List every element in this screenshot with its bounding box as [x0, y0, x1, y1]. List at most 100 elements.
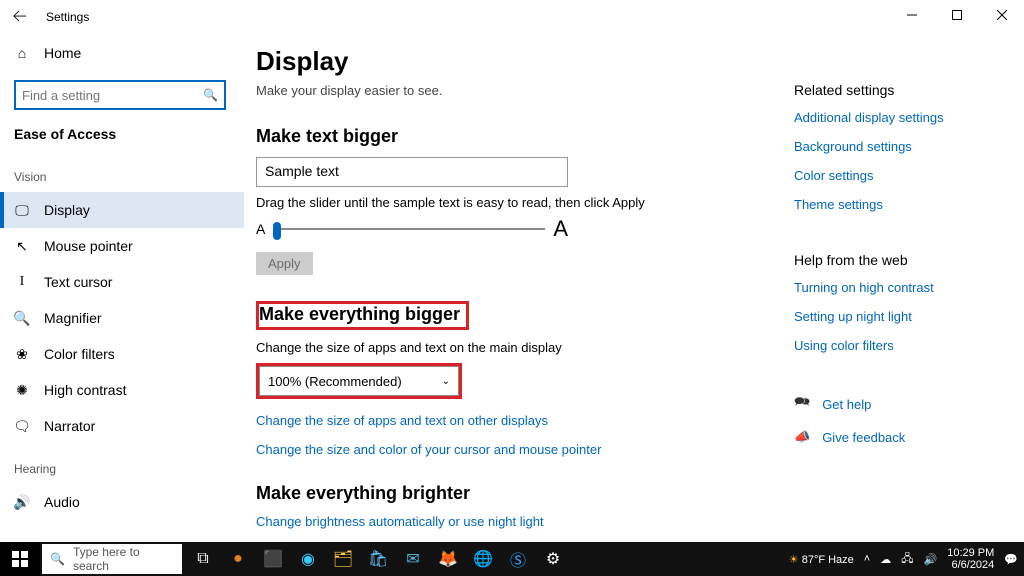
start-button[interactable]	[0, 542, 40, 576]
sample-text-box: Sample text	[256, 157, 568, 187]
sidebar-item-magnifier[interactable]: 🔍 Magnifier	[0, 300, 244, 336]
tray-chevron-icon[interactable]: ˄	[864, 553, 870, 565]
notifications-icon[interactable]: 💬	[1004, 553, 1018, 566]
slider-thumb[interactable]	[273, 222, 281, 240]
sidebar-item-text-cursor[interactable]: I Text cursor	[0, 264, 244, 300]
taskbar-pins: ⧉ ● ⬛ ◉ 🗂 🛍 ✉ 🦊 🌐 Ⓢ ⚙	[186, 542, 570, 576]
close-button[interactable]	[979, 0, 1024, 30]
page-title: Display	[256, 46, 794, 77]
apply-button[interactable]: Apply	[256, 252, 313, 275]
link-additional-display[interactable]: Additional display settings	[794, 110, 1004, 125]
right-pane: Related settings Additional display sett…	[794, 34, 1024, 542]
sidebar-item-label: High contrast	[44, 382, 126, 398]
related-settings-head: Related settings	[794, 82, 1004, 98]
group-hearing: Hearing	[0, 444, 244, 484]
system-tray: ☀ 87°F Haze ˄ ☁ 🖧 🔊 10:29 PM 6/6/2024 💬	[789, 547, 1024, 571]
color-filters-icon: ❀	[14, 346, 30, 363]
slider-label-large: A	[553, 216, 568, 242]
taskbar-search[interactable]: 🔍 Type here to search	[42, 544, 182, 574]
content: Display Make your display easier to see.…	[244, 34, 794, 542]
group-vision: Vision	[0, 152, 244, 192]
search-icon: 🔍	[203, 88, 218, 102]
sidebar-item-high-contrast[interactable]: ✺ High contrast	[0, 372, 244, 408]
sidebar-item-label: Audio	[44, 494, 80, 510]
tray-onedrive-icon[interactable]: ☁	[880, 553, 891, 566]
section-everything-bigger-title: Make everything bigger	[259, 304, 460, 325]
sidebar-item-audio[interactable]: 🔊 Audio	[0, 484, 244, 520]
scale-dropdown[interactable]: 100% (Recommended) ⌄	[259, 366, 459, 396]
taskbar: 🔍 Type here to search ⧉ ● ⬛ ◉ 🗂 🛍 ✉ 🦊 🌐 …	[0, 542, 1024, 576]
taskbar-search-placeholder: Type here to search	[73, 545, 174, 573]
section-brighter-title: Make everything brighter	[256, 483, 794, 504]
taskbar-firefox[interactable]: 🦊	[431, 542, 465, 576]
tray-network-icon[interactable]: 🖧	[901, 550, 913, 569]
window-title: Settings	[46, 10, 89, 24]
taskbar-mail[interactable]: ✉	[396, 542, 430, 576]
text-cursor-icon: I	[14, 274, 30, 290]
maximize-icon	[952, 10, 962, 20]
taskbar-app-2[interactable]: ⬛	[256, 542, 290, 576]
arrow-left-icon	[13, 9, 27, 23]
sidebar-home[interactable]: ⌂ Home	[0, 34, 244, 72]
sidebar-item-mouse-pointer[interactable]: ↖ Mouse pointer	[0, 228, 244, 264]
chevron-down-icon: ⌄	[442, 376, 450, 387]
link-background-settings[interactable]: Background settings	[794, 139, 1004, 154]
link-brightness[interactable]: Change brightness automatically or use n…	[256, 514, 794, 529]
section-title: Ease of Access	[0, 120, 244, 152]
taskbar-time: 10:29 PM	[947, 547, 994, 559]
taskbar-chrome[interactable]: 🌐	[466, 542, 500, 576]
sidebar: ⌂ Home 🔍 Ease of Access Vision 🖵 Display…	[0, 34, 244, 542]
sidebar-item-narrator[interactable]: 🗨 Narrator	[0, 408, 244, 444]
weather-widget[interactable]: ☀ 87°F Haze	[789, 553, 854, 566]
link-color-settings[interactable]: Color settings	[794, 168, 1004, 183]
slider-label-small: A	[256, 221, 265, 237]
search-input[interactable]: 🔍	[14, 80, 226, 110]
sidebar-item-label: Mouse pointer	[44, 238, 133, 254]
taskbar-settings[interactable]: ⚙	[536, 542, 570, 576]
minimize-button[interactable]	[889, 0, 934, 30]
slider-hint: Drag the slider until the sample text is…	[256, 195, 794, 210]
taskbar-edge[interactable]: ◉	[291, 542, 325, 576]
feedback-label: Give feedback	[822, 430, 905, 445]
link-high-contrast[interactable]: Turning on high contrast	[794, 280, 1004, 295]
sidebar-item-label: Magnifier	[44, 310, 102, 326]
taskbar-clock[interactable]: 10:29 PM 6/6/2024	[947, 547, 994, 571]
sidebar-item-display[interactable]: 🖵 Display	[0, 192, 244, 228]
give-feedback-row[interactable]: 📣 Give feedback	[794, 429, 1004, 445]
task-view-icon[interactable]: ⧉	[186, 542, 220, 576]
taskbar-app-1[interactable]: ●	[221, 542, 255, 576]
get-help-row[interactable]: 🗪 Get help	[794, 393, 1004, 415]
taskbar-date: 6/6/2024	[947, 559, 994, 571]
mouse-icon: ↖	[14, 238, 30, 255]
link-night-light[interactable]: Setting up night light	[794, 309, 1004, 324]
display-icon: 🖵	[14, 202, 30, 219]
sidebar-item-label: Narrator	[44, 418, 95, 434]
search-field[interactable]	[22, 88, 203, 103]
text-size-slider[interactable]	[273, 228, 545, 230]
windows-icon	[12, 551, 28, 567]
home-icon: ⌂	[14, 45, 30, 61]
taskbar-explorer[interactable]: 🗂	[326, 542, 360, 576]
back-button[interactable]	[0, 9, 40, 26]
narrator-icon: 🗨	[14, 418, 30, 435]
link-theme-settings[interactable]: Theme settings	[794, 197, 1004, 212]
section-text-bigger-title: Make text bigger	[256, 126, 794, 147]
home-label: Home	[44, 45, 81, 61]
link-cursor-pointer[interactable]: Change the size and color of your cursor…	[256, 442, 794, 457]
help-icon: 🗪	[794, 393, 810, 415]
search-icon: 🔍	[50, 552, 65, 566]
audio-icon: 🔊	[14, 494, 30, 511]
get-help-label: Get help	[822, 397, 871, 412]
taskbar-store[interactable]: 🛍	[361, 542, 395, 576]
everything-bigger-sub: Change the size of apps and text on the …	[256, 340, 794, 355]
link-color-filters[interactable]: Using color filters	[794, 338, 1004, 353]
sidebar-item-label: Display	[44, 202, 90, 218]
tray-volume-icon[interactable]: 🔊	[924, 553, 938, 566]
close-icon	[997, 10, 1007, 20]
link-other-displays[interactable]: Change the size of apps and text on othe…	[256, 413, 794, 428]
sidebar-item-color-filters[interactable]: ❀ Color filters	[0, 336, 244, 372]
maximize-button[interactable]	[934, 0, 979, 30]
taskbar-skype[interactable]: Ⓢ	[501, 542, 535, 576]
minimize-icon	[907, 10, 917, 20]
title-bar: Settings	[0, 0, 1024, 34]
